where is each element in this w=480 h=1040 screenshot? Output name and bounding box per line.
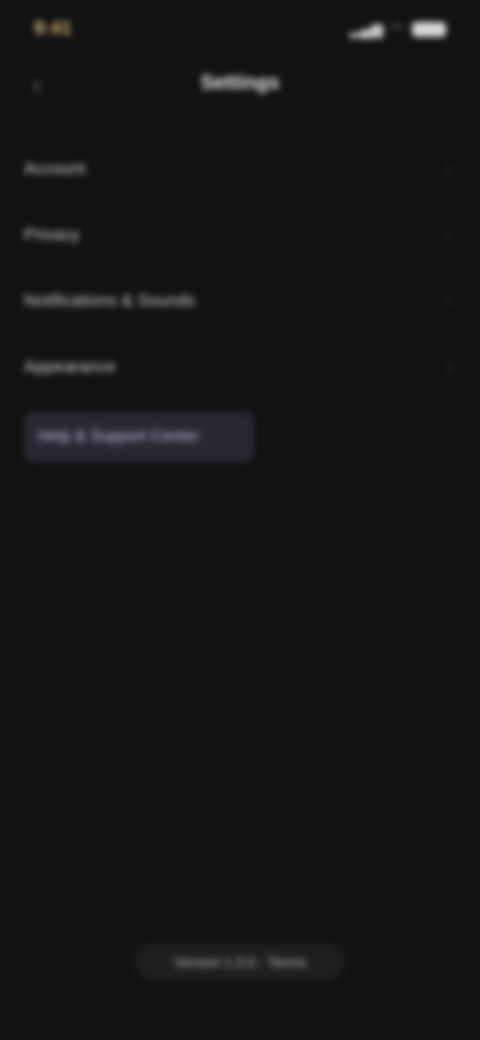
settings-menu: Account › Privacy › Notifications & Soun… bbox=[24, 136, 456, 462]
header: ‹ Settings bbox=[0, 60, 480, 120]
battery-icon bbox=[412, 21, 446, 37]
chevron-right-icon: › bbox=[446, 224, 452, 245]
help-support-button[interactable]: Help & Support Center bbox=[24, 412, 254, 462]
menu-item-privacy[interactable]: Privacy › bbox=[24, 202, 456, 268]
menu-item-account[interactable]: Account › bbox=[24, 136, 456, 202]
menu-item-notifications[interactable]: Notifications & Sounds › bbox=[24, 268, 456, 334]
footer-pill[interactable]: Version 1.0.0 · Terms bbox=[135, 944, 345, 980]
menu-item-label: Notifications & Sounds bbox=[24, 291, 196, 310]
status-time: 9:41 bbox=[34, 18, 73, 38]
signal-icon: ▂▄▆ bbox=[349, 21, 383, 38]
chevron-right-icon: › bbox=[446, 290, 452, 311]
chevron-right-icon: › bbox=[446, 356, 452, 377]
page-title: Settings bbox=[200, 72, 280, 94]
help-support-label: Help & Support Center bbox=[38, 428, 199, 445]
footer-label: Version 1.0.0 · Terms bbox=[173, 954, 307, 970]
menu-item-label: Privacy bbox=[24, 225, 80, 244]
chevron-right-icon: › bbox=[446, 158, 452, 179]
menu-item-label: Account bbox=[24, 159, 86, 178]
wifi-icon: ◠ bbox=[390, 21, 404, 38]
menu-item-appearance[interactable]: Appearance › bbox=[24, 334, 456, 400]
status-icons: ▂▄▆ ◠ bbox=[349, 20, 446, 38]
menu-item-label: Appearance bbox=[24, 357, 116, 376]
status-bar: 9:41 ▂▄▆ ◠ bbox=[0, 0, 480, 60]
